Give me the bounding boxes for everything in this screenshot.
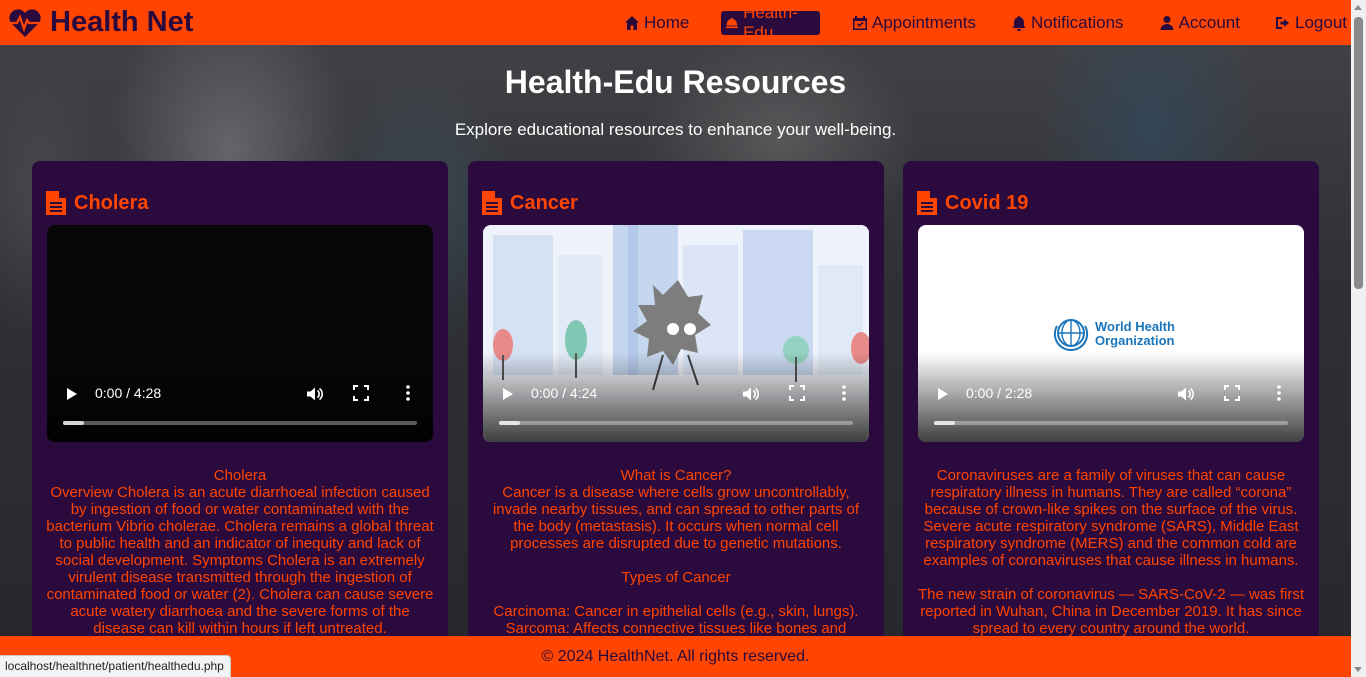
logout-icon	[1276, 16, 1289, 29]
file-icon	[46, 191, 66, 215]
volume-icon[interactable]	[1176, 385, 1194, 403]
play-icon[interactable]	[67, 388, 77, 400]
video-buffered	[499, 421, 521, 425]
video-progress-track[interactable]	[63, 421, 417, 425]
scrollbar-thumb[interactable]	[1354, 17, 1363, 289]
bell-icon	[1012, 15, 1026, 31]
video-player[interactable]: World Health Organization 0:00 / 2:28	[918, 225, 1304, 442]
play-icon[interactable]	[503, 388, 513, 400]
nav-notifications[interactable]: Notifications	[1007, 11, 1128, 35]
nav-label: Home	[644, 12, 690, 32]
who-name-line2: Organization	[1095, 333, 1175, 348]
top-navbar: Health Net Home Health-Edu Appointments …	[0, 0, 1351, 45]
video-controls: 0:00 / 4:24	[483, 372, 869, 442]
nav-label: Appointments	[872, 12, 976, 32]
volume-icon[interactable]	[741, 385, 759, 403]
video-time: 0:00 / 2:28	[966, 385, 1033, 401]
nav-label: Notifications	[1030, 12, 1124, 32]
who-name-line1: World Health	[1095, 319, 1175, 334]
card-header: Cancer	[482, 191, 578, 215]
video-buffered	[934, 421, 956, 425]
fullscreen-icon[interactable]	[1224, 385, 1240, 401]
video-controls: 0:00 / 4:28	[47, 372, 433, 442]
card-header: Covid 19	[917, 191, 1028, 215]
brand-name: Health Net	[50, 6, 194, 38]
card-description: What is Cancer? Cancer is a disease wher…	[492, 467, 860, 637]
video-player[interactable]: 0:00 / 4:24	[483, 225, 869, 442]
main-nav: Home Health-Edu Appointments Notificatio…	[620, 0, 1351, 45]
page-subtitle: Explore educational resources to enhance…	[454, 120, 897, 139]
bell-concierge-icon	[726, 17, 739, 28]
video-progress-track[interactable]	[934, 421, 1288, 425]
nav-label: Account	[1178, 12, 1240, 32]
video-buffered	[63, 421, 85, 425]
nav-health-edu[interactable]: Health-Edu	[721, 3, 820, 42]
card-description: Coronaviruses are a family of viruses th…	[918, 467, 1304, 637]
page-scrollbar[interactable]	[1351, 0, 1366, 677]
calendar-check-icon	[853, 15, 867, 30]
nav-label: Health-Edu	[743, 2, 798, 42]
video-player[interactable]: 0:00 / 4:28	[47, 225, 433, 442]
file-icon	[482, 191, 502, 215]
who-emblem-icon	[1053, 319, 1089, 352]
home-icon	[625, 15, 639, 30]
user-icon	[1160, 15, 1174, 30]
brand[interactable]: Health Net	[8, 6, 193, 39]
who-logo: World Health Organization	[1051, 316, 1175, 352]
card-title: Cancer	[510, 191, 578, 214]
more-options-icon[interactable]	[403, 384, 413, 402]
play-icon[interactable]	[938, 388, 948, 400]
status-bar-url: localhost/healthnet/patient/healthedu.ph…	[0, 655, 231, 677]
video-controls: 0:00 / 2:28	[918, 372, 1304, 442]
footer-copyright: © 2024 HealthNet. All rights reserved.	[541, 647, 810, 665]
scroll-up-icon[interactable]	[1354, 5, 1362, 10]
card-header: Cholera	[46, 191, 148, 215]
card-description: Cholera Overview Cholera is an acute dia…	[46, 467, 434, 637]
video-time: 0:00 / 4:28	[95, 385, 162, 401]
nav-appointments[interactable]: Appointments	[848, 11, 980, 35]
card-title: Covid 19	[945, 191, 1029, 214]
file-icon	[917, 191, 937, 215]
more-options-icon[interactable]	[1274, 384, 1284, 402]
nav-label: Logout	[1295, 12, 1347, 32]
nav-account[interactable]: Account	[1155, 11, 1244, 35]
more-options-icon[interactable]	[839, 384, 849, 402]
resource-card-covid: Covid 19 World Health Organization 0:00 …	[903, 161, 1319, 641]
video-time: 0:00 / 4:24	[531, 385, 598, 401]
card-title: Cholera	[74, 191, 149, 214]
volume-icon[interactable]	[305, 385, 323, 403]
resource-card-cholera: Cholera 0:00 / 4:28 Cholera Overview Cho…	[32, 161, 448, 641]
nav-home[interactable]: Home	[620, 11, 693, 35]
page-title: Health-Edu Resources	[504, 64, 847, 100]
video-progress-track[interactable]	[499, 421, 853, 425]
heartbeat-icon	[9, 8, 41, 37]
fullscreen-icon[interactable]	[353, 385, 369, 401]
scroll-down-icon[interactable]	[1354, 667, 1362, 672]
fullscreen-icon[interactable]	[789, 385, 805, 401]
nav-logout[interactable]: Logout	[1271, 11, 1351, 35]
resource-card-cancer: Cancer 0:00 / 4:24 What is Cancer? Cance…	[468, 161, 884, 641]
